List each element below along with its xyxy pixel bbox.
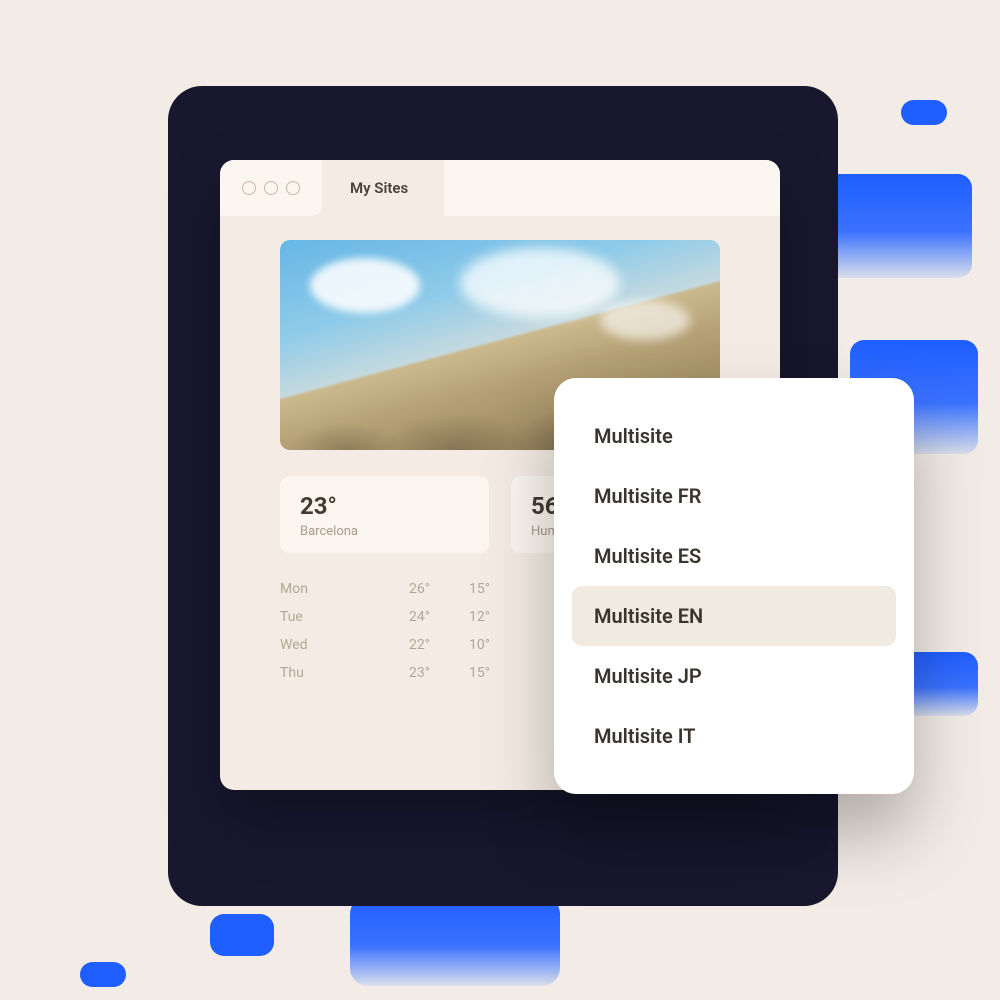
decor-pill (210, 914, 274, 956)
forecast-hi: 23° (370, 665, 430, 681)
temperature-card: 23° Barcelona (280, 476, 489, 553)
dropdown-item-multisite-fr[interactable]: Multisite FR (572, 466, 896, 526)
dropdown-item-multisite-es[interactable]: Multisite ES (572, 526, 896, 586)
dropdown-item-multisite-en[interactable]: Multisite EN (572, 586, 896, 646)
decor-pill (80, 962, 126, 987)
dropdown-item-multisite[interactable]: Multisite (572, 406, 896, 466)
tab-strip (444, 160, 780, 216)
dropdown-item-multisite-jp[interactable]: Multisite JP (572, 646, 896, 706)
dropdown-item-multisite-it[interactable]: Multisite IT (572, 706, 896, 766)
traffic-light-icon[interactable] (242, 181, 256, 195)
tab-my-sites[interactable]: My Sites (322, 160, 444, 216)
forecast-lo: 10° (430, 637, 490, 653)
traffic-light-icon[interactable] (264, 181, 278, 195)
forecast-day: Wed (280, 637, 370, 653)
forecast-day: Thu (280, 665, 370, 681)
forecast-day: Mon (280, 581, 370, 597)
temperature-label: Barcelona (300, 524, 469, 539)
forecast-hi: 26° (370, 581, 430, 597)
forecast-hi: 22° (370, 637, 430, 653)
tab-label: My Sites (350, 179, 408, 197)
decor-pill (350, 896, 560, 986)
forecast-lo: 15° (430, 665, 490, 681)
temperature-value: 23° (300, 492, 469, 520)
forecast-lo: 12° (430, 609, 490, 625)
traffic-light-icon[interactable] (286, 181, 300, 195)
forecast-day: Tue (280, 609, 370, 625)
window-controls (220, 160, 322, 216)
browser-titlebar: My Sites (220, 160, 780, 216)
decor-pill (901, 100, 947, 125)
forecast-lo: 15° (430, 581, 490, 597)
forecast-hi: 24° (370, 609, 430, 625)
multisite-dropdown[interactable]: Multisite Multisite FR Multisite ES Mult… (554, 378, 914, 794)
